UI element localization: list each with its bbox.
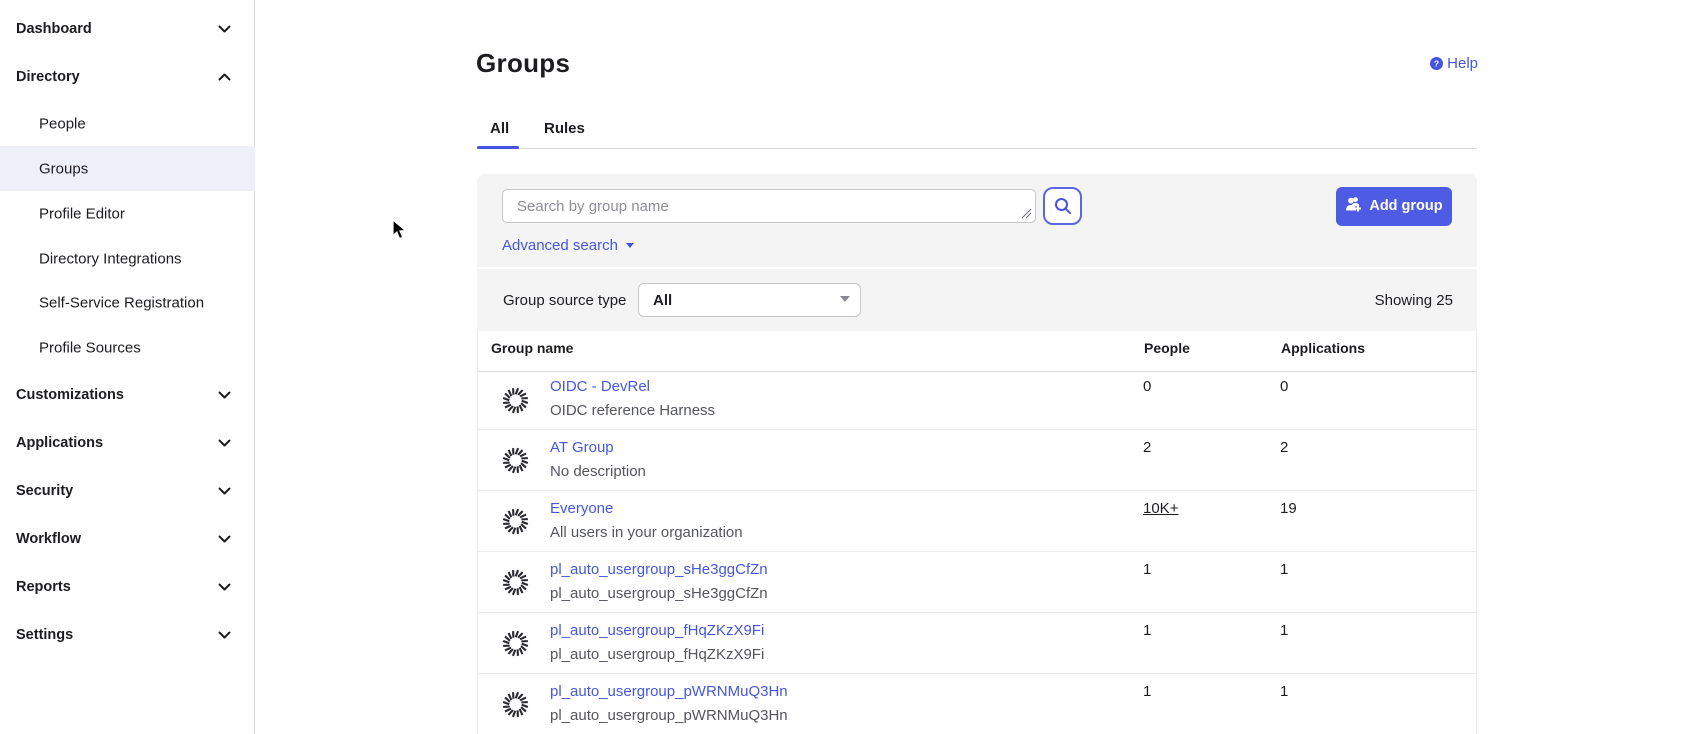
svg-text:?: ?: [1434, 58, 1439, 68]
